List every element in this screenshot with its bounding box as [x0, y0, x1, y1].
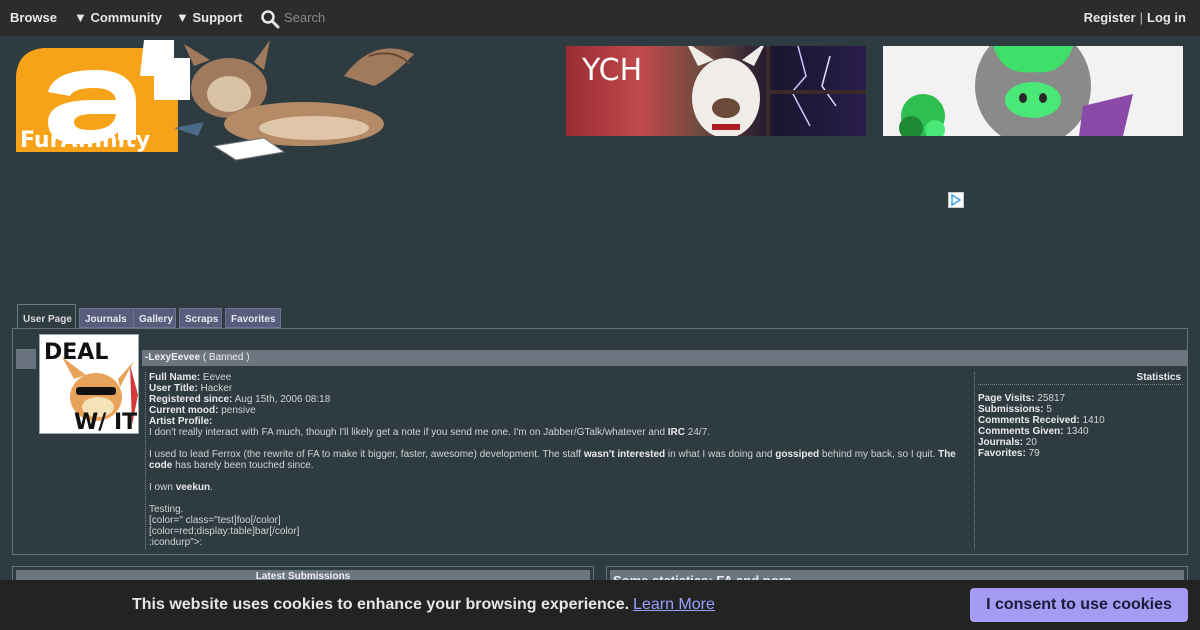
nav-community-menu[interactable]: ▼ Community — [74, 10, 162, 25]
bio-text: . — [210, 482, 213, 493]
bio-bold: gossiped — [775, 449, 820, 460]
profile-info: Full Name: Eevee User Title: Hacker Regi… — [145, 372, 975, 549]
bio-text: 24/7. — [685, 427, 711, 438]
search-input[interactable]: Search — [260, 7, 400, 29]
bio-text: I own — [149, 482, 176, 493]
bio-paragraph-3: I own veekun. — [149, 482, 974, 493]
tab-scraps[interactable]: Scraps — [179, 308, 222, 328]
search-icon — [261, 10, 280, 29]
user-profile-panel: DEAL W/ IT -LexyEevee ( Banned ) Full Na… — [12, 328, 1188, 555]
login-link[interactable]: Log in — [1147, 10, 1186, 25]
avatar[interactable]: DEAL W/ IT — [39, 334, 139, 434]
advertisement-banner[interactable]: YCH — [566, 46, 866, 136]
journals-label: Journals: — [978, 437, 1024, 448]
register-link[interactable]: Register — [1084, 10, 1136, 25]
avatar-text-bottom: W/ IT — [74, 410, 137, 434]
artist-profile-label: Artist Profile: — [149, 416, 213, 427]
bio-bold: IRC — [667, 427, 686, 438]
submissions-label: Submissions: — [978, 404, 1044, 415]
cookie-message-wrap: This website uses cookies to enhance you… — [132, 596, 715, 614]
bio-bold: wasn't interested — [583, 449, 666, 460]
bio-paragraph-1: I don't really interact with FA much, th… — [149, 427, 974, 438]
comments-given-value: 1340 — [1066, 426, 1089, 437]
ad-choices-icon[interactable] — [948, 192, 964, 208]
cookie-banner: This website uses cookies to enhance you… — [0, 580, 1200, 630]
submissions-value: 5 — [1046, 404, 1052, 415]
learn-more-link[interactable]: Learn More — [633, 596, 715, 613]
registered-value: Aug 15th, 2006 08:18 — [234, 394, 331, 405]
site-logo[interactable]: FurAffinity — [14, 36, 424, 162]
ban-status: ( Banned ) — [202, 352, 250, 363]
page-visits-value: 25817 — [1037, 393, 1066, 404]
bio-bbcode-2: [color=red;display:table]bar[/color] — [149, 526, 300, 537]
bio-bbcode-1: [color=" class="test]foo[/color] — [149, 515, 281, 526]
username-bar: -LexyEevee ( Banned ) — [142, 350, 1187, 366]
cookie-consent-button[interactable]: I consent to use cookies — [970, 588, 1188, 622]
user-icon-square — [16, 349, 36, 369]
statistics-title: Statistics — [978, 372, 1183, 385]
bio-text: in what I was doing and — [665, 449, 776, 460]
bio-paragraph-2: I used to lead Ferrox (the rewrite of FA… — [149, 449, 974, 471]
comments-received-value: 1410 — [1082, 415, 1105, 426]
account-links: Register | Log in — [1084, 10, 1186, 25]
link-separator: | — [1139, 10, 1143, 25]
favorites-label: Favorites: — [978, 448, 1026, 459]
user-title-label: User Title: — [149, 383, 198, 394]
cookie-message: This website uses cookies to enhance you… — [132, 596, 630, 613]
full-name-label: Full Name: — [149, 372, 201, 383]
advertisement-banner-2[interactable] — [883, 46, 1183, 136]
veekun-link[interactable]: veekun — [176, 482, 210, 493]
statistics-panel: Statistics Page Visits: 25817 Submission… — [978, 372, 1183, 549]
page-visits-label: Page Visits: — [978, 393, 1035, 404]
tab-gallery[interactable]: Gallery — [133, 308, 176, 328]
full-name-value: Eevee — [202, 372, 232, 383]
mood-label: Current mood: — [149, 405, 219, 416]
search-placeholder: Search — [284, 10, 326, 25]
comments-received-label: Comments Received: — [978, 415, 1080, 426]
bio-bbcode-3: :icondurp">: — [149, 537, 203, 548]
mood-value: pensive — [221, 405, 256, 416]
bio-text: I don't really interact with FA much, th… — [149, 427, 668, 438]
bio-text: has barely been touched since. — [172, 460, 314, 471]
logo-text: FurAffinity — [20, 128, 150, 153]
nav-browse[interactable]: Browse — [10, 10, 57, 25]
comments-given-label: Comments Given: — [978, 426, 1064, 437]
tab-user-page[interactable]: User Page — [17, 304, 76, 329]
nav-support-menu[interactable]: ▼ Support — [176, 10, 242, 25]
ad-ych-text: YCH — [581, 53, 642, 88]
tab-favorites[interactable]: Favorites — [225, 308, 281, 328]
top-nav: Browse ▼ Community ▼ Support Search Regi… — [0, 0, 1200, 36]
journals-value: 20 — [1025, 437, 1037, 448]
bio-text: behind my back, so I quit. — [819, 449, 939, 460]
registered-label: Registered since: — [149, 394, 233, 405]
username[interactable]: -LexyEevee — [145, 352, 200, 363]
bio-testing: Testing. — [149, 504, 184, 515]
tab-journals[interactable]: Journals — [79, 308, 134, 328]
avatar-text-top: DEAL — [44, 340, 108, 365]
favorites-value: 79 — [1028, 448, 1040, 459]
bio-text: I used to lead Ferrox (the rewrite of FA… — [149, 449, 584, 460]
user-title-value: Hacker — [200, 383, 233, 394]
